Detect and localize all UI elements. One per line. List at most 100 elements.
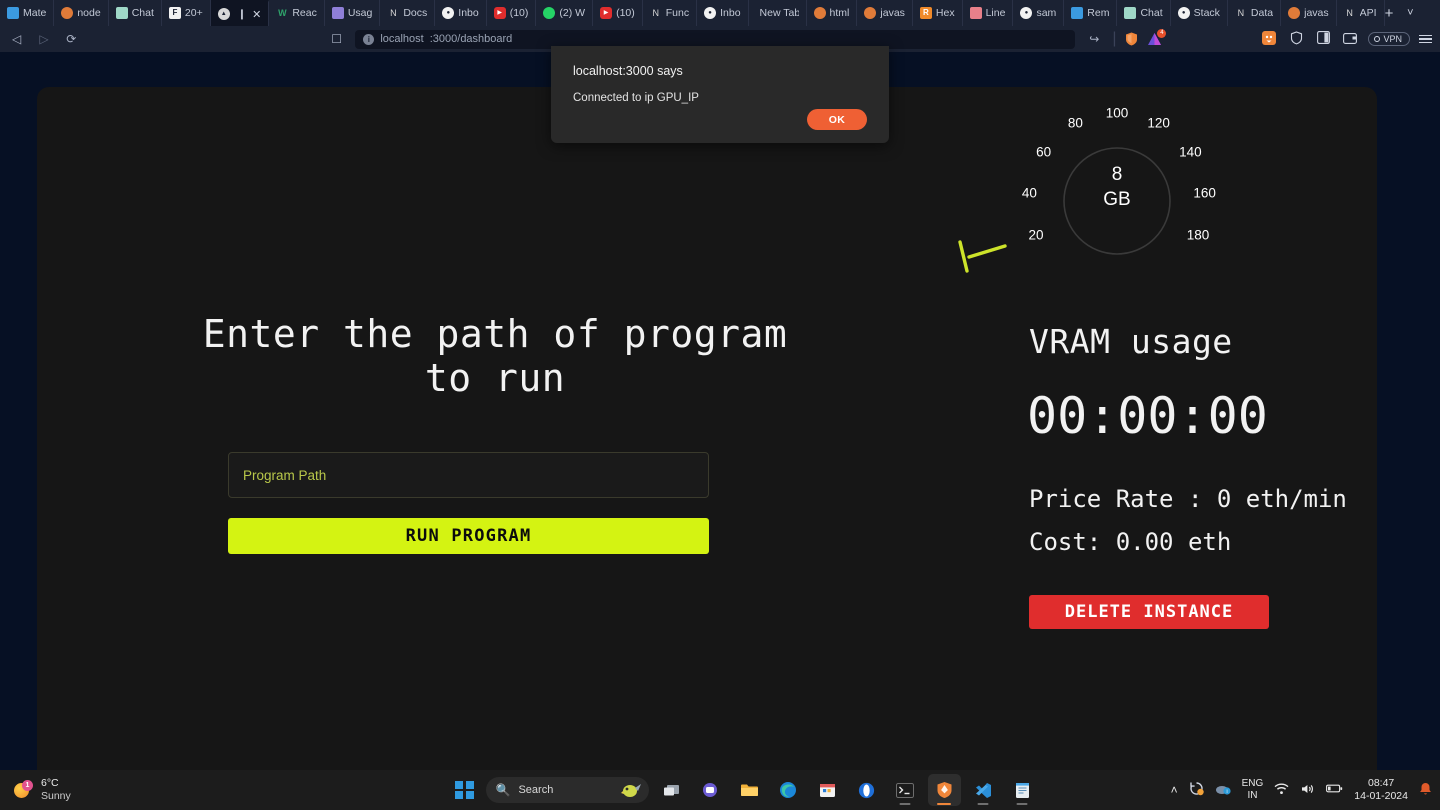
brave-icon[interactable] xyxy=(927,774,961,806)
notepad-icon[interactable] xyxy=(1006,774,1039,806)
vpn-button[interactable]: VPN xyxy=(1368,32,1410,46)
delete-instance-button[interactable]: DELETE INSTANCE xyxy=(1029,595,1269,629)
youtube-icon: ▶ xyxy=(600,7,613,19)
brave-leo-icon[interactable] xyxy=(1260,30,1278,48)
browser-tab[interactable]: ▶ (10) xyxy=(487,0,537,26)
run-program-button[interactable]: RUN PROGRAM xyxy=(228,518,709,554)
wallet-icon[interactable] xyxy=(1341,32,1359,47)
clock-time: 08:47 xyxy=(1368,777,1395,789)
browser-tab[interactable]: N API xyxy=(1337,0,1385,26)
hamburger-menu-icon[interactable] xyxy=(1418,34,1432,44)
browser-tab[interactable]: node xyxy=(54,0,109,26)
volume-icon[interactable] xyxy=(1300,783,1315,798)
browser-tab[interactable]: N Data xyxy=(1228,0,1282,26)
windows-update-icon[interactable] xyxy=(1189,781,1204,799)
dashboard-card: Enter the path of program to run RUN PRO… xyxy=(37,87,1377,787)
browser-tab[interactable]: F 20+ xyxy=(162,0,211,26)
brave-triangle-icon: ▲ xyxy=(217,8,230,20)
github-icon: ● xyxy=(704,7,717,19)
whatsapp-desktop-icon xyxy=(1124,7,1137,19)
extension-badge-count: 4 xyxy=(1157,29,1167,38)
bookmark-icon[interactable]: ☐ xyxy=(328,32,345,46)
battery-icon[interactable] xyxy=(1326,783,1343,797)
back-button[interactable]: ◁ xyxy=(8,32,25,46)
tab-search-chevron-icon[interactable]: ˅ xyxy=(1393,0,1427,26)
taskbar-clock[interactable]: 08:47 14-01-2024 xyxy=(1354,777,1408,803)
reload-button[interactable]: ⟳ xyxy=(63,32,80,46)
browser-tab-label: Line xyxy=(985,7,1006,19)
vscode-icon[interactable] xyxy=(967,774,1000,806)
wifi-icon[interactable] xyxy=(1274,783,1289,798)
language-indicator[interactable]: ENG IN xyxy=(1242,778,1264,802)
browser-tab-label: javas xyxy=(1304,7,1329,19)
tab-close-button[interactable]: ✕ xyxy=(252,8,261,21)
microsoft-store-icon[interactable] xyxy=(811,774,844,806)
browser-tab[interactable]: ● Inbo xyxy=(435,0,487,26)
browser-tab[interactable]: R Hex xyxy=(913,0,963,26)
browser-tab[interactable]: html xyxy=(807,0,858,26)
terminal-icon[interactable] xyxy=(889,774,922,806)
gauge-tick-label: 20 xyxy=(1028,227,1044,243)
browser-tab[interactable]: javas xyxy=(857,0,913,26)
notion-icon: N xyxy=(652,8,660,18)
bell-icon[interactable] xyxy=(1419,782,1432,799)
gauge-tick-label: 40 xyxy=(1021,185,1037,201)
browser-tab[interactable]: ● sam xyxy=(1013,0,1065,26)
vpn-label: VPN xyxy=(1383,34,1402,44)
browser-tab[interactable]: (2) W xyxy=(536,0,594,26)
browser-tab[interactable]: Rem xyxy=(1064,0,1118,26)
browser-tab[interactable]: ● Stack xyxy=(1171,0,1228,26)
taskbar-search[interactable]: 🔍 Search xyxy=(485,777,649,803)
start-button[interactable] xyxy=(455,780,474,800)
browser-tab-label: Chat xyxy=(1140,7,1163,19)
tab-audio-indicator: ❙ xyxy=(237,8,247,20)
alert-message: Connected to ip GPU_IP xyxy=(573,92,699,104)
weather-widget[interactable]: 1 6°C Sunny xyxy=(14,777,71,803)
javascript-alert-dialog: localhost:3000 says Connected to ip GPU_… xyxy=(551,46,889,143)
onedrive-icon[interactable]: i xyxy=(1215,782,1231,798)
edge-icon[interactable] xyxy=(772,774,805,806)
language-line-1: ENG xyxy=(1241,778,1264,789)
browser-tab[interactable]: Chat xyxy=(109,0,162,26)
new-tab-button[interactable]: + xyxy=(1385,0,1394,26)
program-path-input[interactable] xyxy=(228,452,709,498)
browser-tab[interactable]: ▶ (10) xyxy=(593,0,643,26)
browser-tab[interactable]: Usag xyxy=(325,0,381,26)
shield-outline-icon[interactable] xyxy=(1287,30,1305,48)
browser-tab-label: (10) xyxy=(509,7,529,19)
task-view-icon[interactable] xyxy=(655,774,688,806)
browser-tab[interactable]: Chat xyxy=(1117,0,1171,26)
gauge-value: 8 xyxy=(1111,164,1123,185)
file-explorer-icon[interactable] xyxy=(733,774,766,806)
forward-button[interactable]: ▷ xyxy=(35,32,52,46)
sidebar-icon[interactable] xyxy=(1314,31,1332,47)
extension-icon[interactable]: 4 xyxy=(1147,29,1167,46)
browser-tab-label: Chat xyxy=(131,7,154,19)
opera-icon[interactable] xyxy=(850,774,883,806)
browser-tab[interactable]: ▲ ❙ ✕ xyxy=(210,0,270,26)
browser-tab-label: node xyxy=(77,7,101,19)
browser-tab[interactable]: W Reac xyxy=(269,0,325,26)
browser-tab[interactable]: New Tab xyxy=(749,0,807,26)
brave-shield-icon[interactable] xyxy=(1125,32,1138,46)
browser-tab-label: 20+ xyxy=(184,7,203,19)
browser-tab-label: Usag xyxy=(347,7,373,19)
github-icon: ● xyxy=(1020,7,1033,19)
browser-tab[interactable]: Mate xyxy=(0,0,55,26)
browser-tab[interactable]: Line xyxy=(963,0,1014,26)
browser-tab[interactable]: ● Inbo xyxy=(697,0,749,26)
browser-tab[interactable]: N Docs xyxy=(380,0,436,26)
browser-tab[interactable]: javas xyxy=(1281,0,1337,26)
browser-tab[interactable]: N Func xyxy=(643,0,698,26)
browser-tab-label: Inbo xyxy=(720,7,741,19)
gauge-tick-label: 120 xyxy=(1147,115,1170,131)
alert-ok-button[interactable]: OK xyxy=(807,109,867,130)
github-icon: ● xyxy=(1177,7,1190,19)
tray-chevron-icon[interactable]: ˄ xyxy=(1171,783,1178,797)
gauge-tick-label: 60 xyxy=(1036,144,1052,160)
teams-icon[interactable] xyxy=(694,774,727,806)
share-icon[interactable]: ↪ xyxy=(1085,32,1103,46)
site-info-icon[interactable]: i xyxy=(363,33,375,45)
minimize-button[interactable]: – xyxy=(1427,0,1440,26)
youtube-icon: ▶ xyxy=(493,7,506,19)
